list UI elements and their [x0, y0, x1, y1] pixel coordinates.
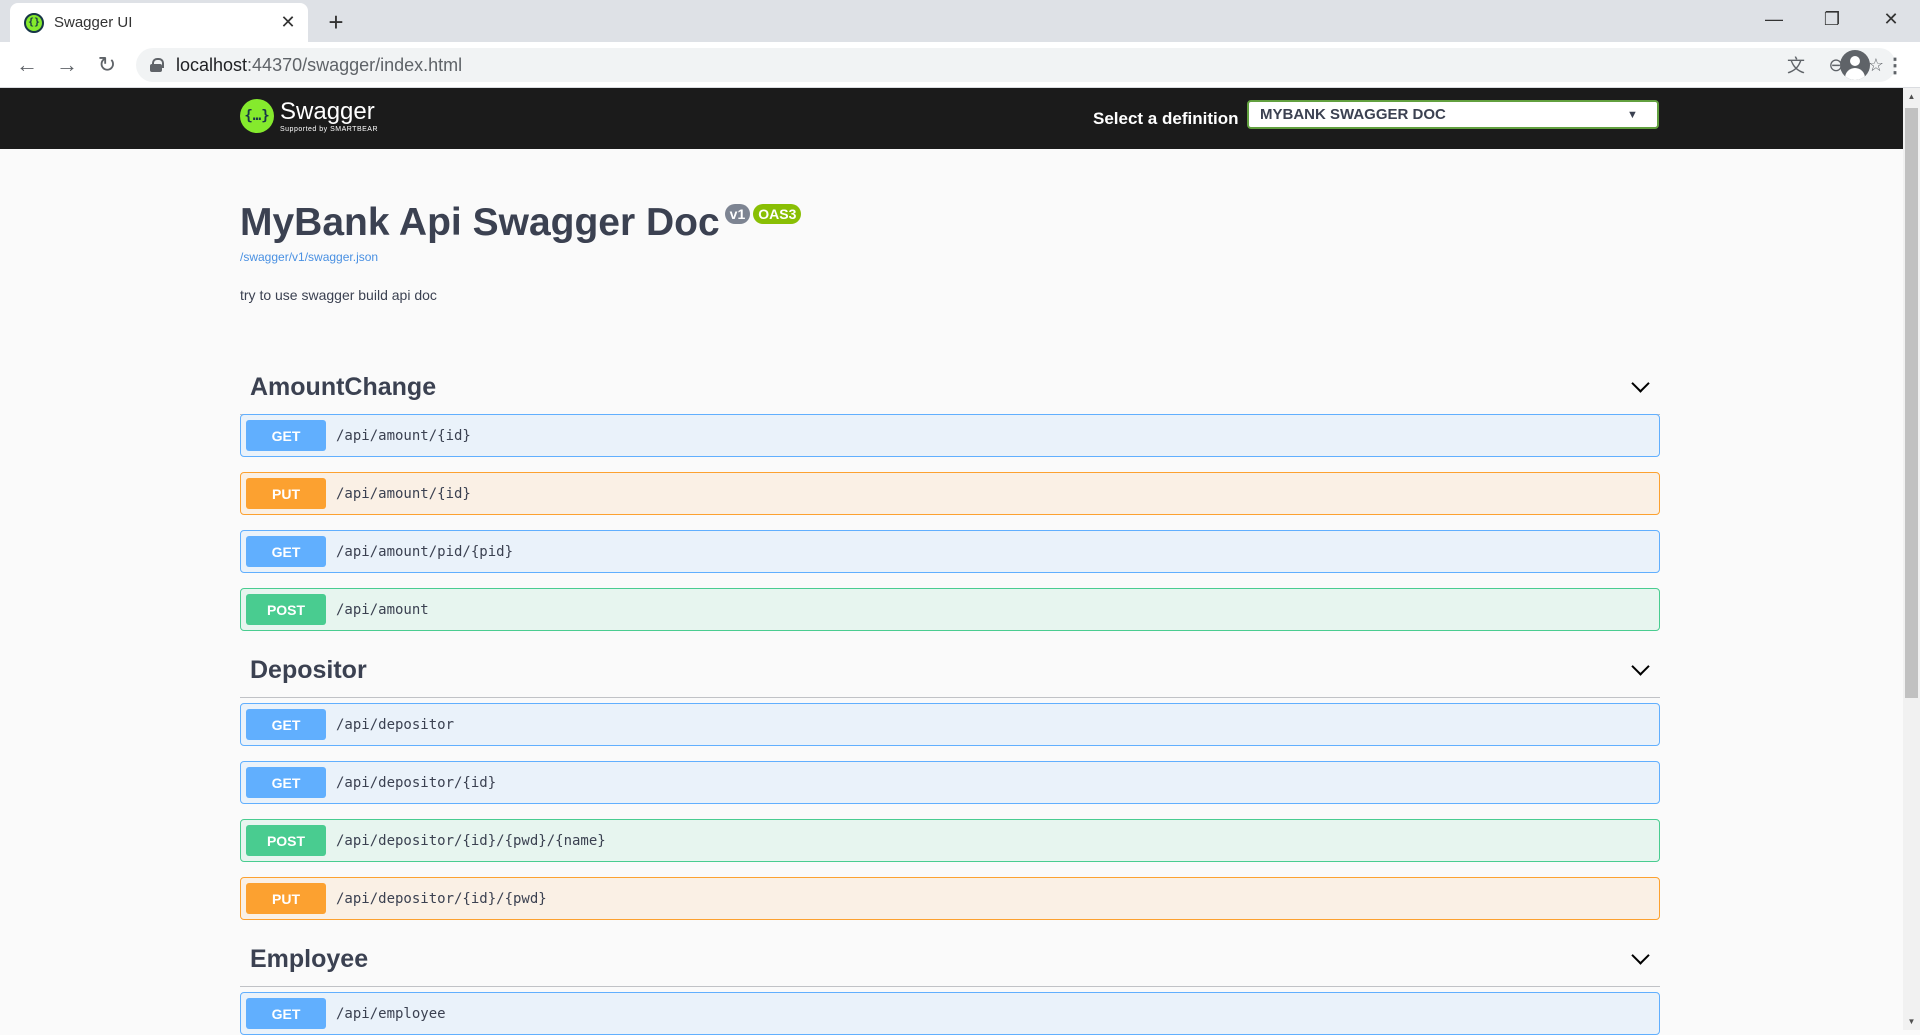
- operation-row[interactable]: GET /api/amount/pid/{pid}: [240, 530, 1660, 573]
- scrollbar-thumb[interactable]: [1905, 108, 1918, 698]
- minimize-button[interactable]: —: [1745, 0, 1803, 38]
- api-description: try to use swagger build api doc: [240, 287, 437, 303]
- method-badge: POST: [246, 594, 326, 625]
- definition-select[interactable]: MYBANK SWAGGER DOC ▼: [1247, 100, 1659, 129]
- tag-title: Employee: [250, 945, 369, 973]
- browser-menu-icon[interactable]: ⋮: [1885, 50, 1905, 80]
- method-badge: GET: [246, 998, 326, 1029]
- method-badge: PUT: [246, 478, 326, 509]
- operation-row[interactable]: POST /api/depositor/{id}/{pwd}/{name}: [240, 819, 1660, 862]
- swagger-logo-icon: {…}: [240, 99, 274, 133]
- scroll-up-arrow-icon[interactable]: ▲: [1903, 88, 1920, 105]
- chevron-down-icon[interactable]: [1620, 656, 1660, 686]
- api-info: MyBank Api Swagger Doc v1 OAS3 /swagger/…: [240, 200, 802, 303]
- operation-row[interactable]: PUT /api/amount/{id}: [240, 472, 1660, 515]
- chevron-down-icon: ▼: [1627, 108, 1638, 121]
- translate-icon[interactable]: 文: [1776, 48, 1816, 82]
- page-scrollbar[interactable]: ▲ ▼: [1903, 88, 1920, 1030]
- chevron-down-icon[interactable]: [1620, 373, 1660, 403]
- method-badge: GET: [246, 536, 326, 567]
- operation-path: /api/depositor/{id}/{pwd}/{name}: [336, 832, 606, 849]
- tag-title: Depositor: [250, 656, 367, 684]
- logo-subtitle: Supported by SMARTBEAR: [280, 125, 379, 133]
- page-title: MyBank Api Swagger Doc: [240, 201, 720, 244]
- restore-button[interactable]: ❐: [1803, 0, 1861, 38]
- chevron-down-icon[interactable]: [1620, 945, 1660, 975]
- swagger-favicon-icon: {}: [24, 12, 44, 33]
- operation-path: /api/depositor/{id}: [336, 774, 497, 791]
- operation-row[interactable]: GET /api/amount/{id}: [240, 414, 1660, 457]
- operation-path: /api/depositor: [336, 716, 455, 733]
- operation-path: /api/amount: [336, 601, 429, 618]
- close-tab-icon[interactable]: ✕: [276, 11, 300, 35]
- operation-row[interactable]: GET /api/depositor: [240, 703, 1660, 746]
- operation-path: /api/amount/pid/{pid}: [336, 543, 514, 560]
- definition-select-value: MYBANK SWAGGER DOC: [1260, 106, 1446, 123]
- spec-json-link[interactable]: /swagger/v1/swagger.json: [240, 250, 801, 264]
- method-badge: POST: [246, 825, 326, 856]
- operation-path: /api/amount/{id}: [336, 485, 471, 502]
- method-badge: GET: [246, 767, 326, 798]
- lock-icon: [150, 58, 164, 72]
- oas-badge: OAS3: [753, 204, 802, 224]
- tag-header-depositor[interactable]: Depositor: [240, 644, 1660, 698]
- method-badge: GET: [246, 420, 326, 451]
- browser-tab-bar: {} Swagger UI ✕ + — ❐ ✕: [0, 0, 1920, 42]
- operation-path: /api/amount/{id}: [336, 427, 471, 444]
- operation-row[interactable]: PUT /api/depositor/{id}/{pwd}: [240, 877, 1660, 920]
- address-bar: ← → ↻ localhost:44370/swagger/index.html…: [0, 42, 1920, 88]
- tab-title: Swagger UI: [54, 14, 133, 31]
- scroll-down-arrow-icon[interactable]: ▼: [1903, 1013, 1920, 1030]
- profile-avatar-icon[interactable]: [1840, 50, 1870, 80]
- tag-header-employee[interactable]: Employee: [240, 933, 1660, 987]
- swagger-logo[interactable]: {…} Swagger Supported by SMARTBEAR: [240, 99, 378, 133]
- url-field[interactable]: localhost:44370/swagger/index.html 文 ⊖ ☆: [136, 48, 1896, 82]
- reload-icon[interactable]: ↻: [92, 50, 122, 80]
- operation-path: /api/depositor/{id}/{pwd}: [336, 890, 547, 907]
- swagger-topbar: {…} Swagger Supported by SMARTBEAR Selec…: [0, 88, 1903, 149]
- tag-title: AmountChange: [250, 373, 437, 401]
- version-badge: v1: [724, 204, 751, 224]
- operation-row[interactable]: POST /api/amount: [240, 588, 1660, 631]
- definition-select-label: Select a definition: [1093, 109, 1239, 128]
- close-window-button[interactable]: ✕: [1862, 0, 1920, 38]
- tag-header-amountchange[interactable]: AmountChange: [240, 361, 1660, 415]
- operation-path: /api/employee: [336, 1005, 446, 1022]
- forward-icon[interactable]: →: [52, 50, 82, 80]
- new-tab-button[interactable]: +: [322, 7, 350, 37]
- method-badge: PUT: [246, 883, 326, 914]
- browser-tab[interactable]: {} Swagger UI ✕: [10, 3, 308, 42]
- logo-name: Swagger: [280, 97, 375, 125]
- back-icon[interactable]: ←: [12, 50, 42, 80]
- operation-row[interactable]: GET /api/employee: [240, 992, 1660, 1035]
- operation-row[interactable]: GET /api/depositor/{id}: [240, 761, 1660, 804]
- url-path: :44370/swagger/index.html: [247, 54, 463, 75]
- method-badge: GET: [246, 709, 326, 740]
- url-host: localhost: [176, 54, 248, 75]
